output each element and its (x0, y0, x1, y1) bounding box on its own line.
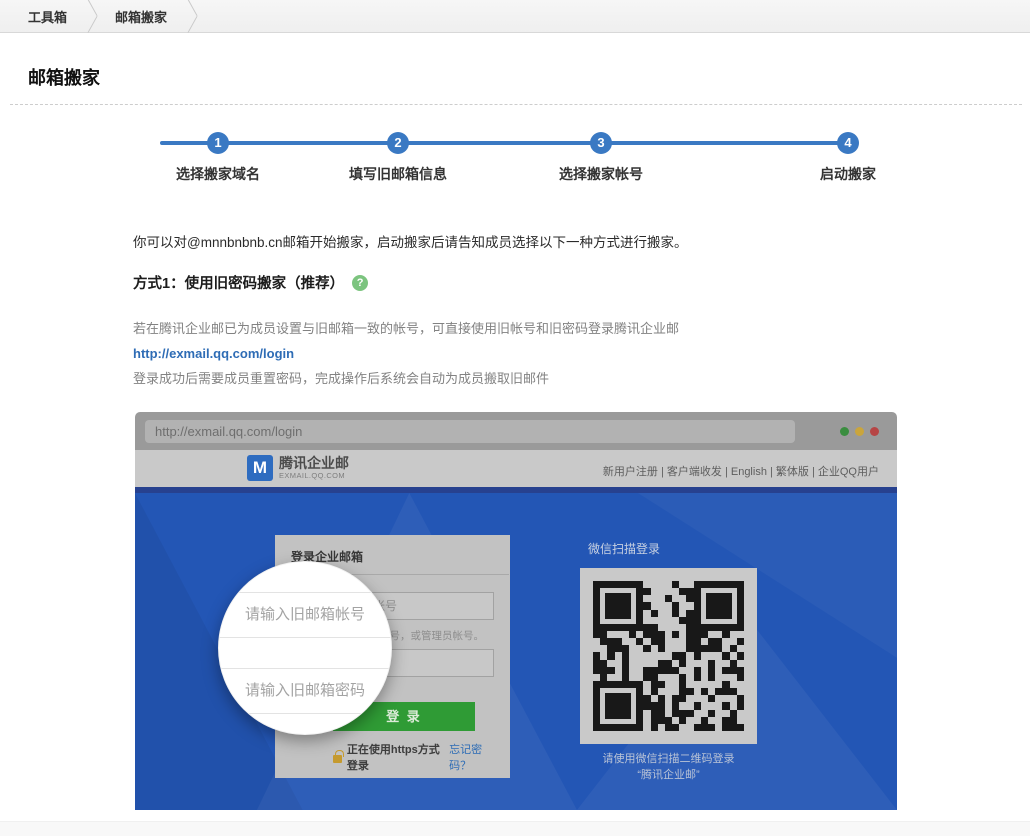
stepper-line (160, 141, 850, 145)
breadcrumb-item-mail-migration[interactable]: 邮箱搬家 (115, 7, 167, 26)
page-title: 邮箱搬家 (28, 64, 100, 90)
https-note: 正在使用https方式登录 (347, 741, 449, 773)
breadcrumb-chevron-icon (85, 0, 101, 33)
step-3-label: 选择搬家帐号 (521, 164, 681, 184)
browser-address-bar: http://exmail.qq.com/login (145, 420, 795, 443)
exmail-site-header: M 腾讯企业邮 EXMAIL.QQ.COM 新用户注册 | 客户端收发 | En… (135, 450, 897, 487)
magnified-account-placeholder: 请输入旧邮箱帐号 (218, 592, 392, 638)
method1-desc-line1: 若在腾讯企业邮已为成员设置与旧邮箱一致的帐号，可直接使用旧帐号和旧密码登录腾讯企… (133, 316, 679, 341)
breadcrumb-item-toolbox[interactable]: 工具箱 (28, 7, 67, 26)
qr-caption-line1: 请使用微信扫描二维码登录 (580, 750, 757, 766)
exmail-brand-domain: EXMAIL.QQ.COM (279, 471, 349, 480)
migration-stepper: 1 选择搬家域名 2 填写旧邮箱信息 3 选择搬家帐号 4 启动搬家 (160, 128, 850, 188)
lock-icon (333, 755, 342, 763)
step-4-label: 启动搬家 (768, 164, 928, 184)
magnified-password-placeholder: 请输入旧邮箱密码 (218, 668, 392, 714)
method1-heading: 方式1：使用旧密码搬家（推荐） ? (133, 272, 368, 293)
method1-description: 若在腾讯企业邮已为成员设置与旧邮箱一致的帐号，可直接使用旧帐号和旧密码登录腾讯企… (133, 316, 679, 391)
dashed-divider (10, 104, 1022, 105)
page-bottom-strip (0, 821, 1030, 836)
exmail-logo: M 腾讯企业邮 EXMAIL.QQ.COM (247, 455, 349, 481)
forgot-password-link: 忘记密码？ (449, 741, 498, 773)
qr-caption-line2: “腾讯企业邮” (580, 766, 757, 782)
step-2-label: 填写旧邮箱信息 (318, 164, 478, 184)
step-2-circle: 2 (387, 132, 409, 154)
qr-code (593, 581, 744, 731)
magnifier-spotlight: 请输入旧邮箱帐号 请输入旧邮箱密码 (218, 561, 392, 735)
window-dot-green (840, 427, 849, 436)
exmail-logo-icon: M (247, 455, 273, 481)
breadcrumb-chevron-icon (185, 0, 201, 33)
intro-text: 你可以对@mnnbnbnb.cn邮箱开始搬家，启动搬家后请告知成员选择以下一种方… (133, 231, 688, 251)
login-page-background: 登录企业邮箱 请输入旧邮箱帐号 帐号，或管理员帐号。 登 录 正在使用https… (135, 493, 897, 810)
step-1-circle: 1 (207, 132, 229, 154)
qr-finder-icon (593, 681, 643, 731)
step-1-label: 选择搬家域名 (138, 164, 298, 184)
qr-code-box (580, 568, 757, 744)
qr-finder-icon (593, 581, 643, 631)
browser-chrome-bar: http://exmail.qq.com/login (135, 412, 897, 450)
window-dot-red (870, 427, 879, 436)
window-dot-yellow (855, 427, 864, 436)
help-icon[interactable]: ? (352, 275, 368, 291)
exmail-brand-name: 腾讯企业邮 (279, 456, 349, 471)
exmail-login-link[interactable]: http://exmail.qq.com/login (133, 346, 294, 361)
wechat-scan-title: 微信扫描登录 (588, 540, 660, 557)
step-4-circle: 4 (837, 132, 859, 154)
breadcrumb: 工具箱 邮箱搬家 (0, 0, 1030, 33)
method1-heading-text: 方式1：使用旧密码搬家（推荐） (133, 272, 344, 293)
https-note-row: 正在使用https方式登录 忘记密码？ (333, 741, 498, 773)
step-3-circle: 3 (590, 132, 612, 154)
qr-finder-icon (694, 581, 744, 631)
login-screenshot-image: http://exmail.qq.com/login M 腾讯企业邮 EXMAI… (135, 412, 897, 810)
account-hint: 帐号，或管理员帐号。 (379, 628, 484, 643)
method1-desc-line2: 登录成功后需要成员重置密码，完成操作后系统会自动为成员搬取旧邮件 (133, 366, 679, 391)
exmail-header-links: 新用户注册 | 客户端收发 | English | 繁体版 | 企业QQ用户 (603, 463, 879, 479)
